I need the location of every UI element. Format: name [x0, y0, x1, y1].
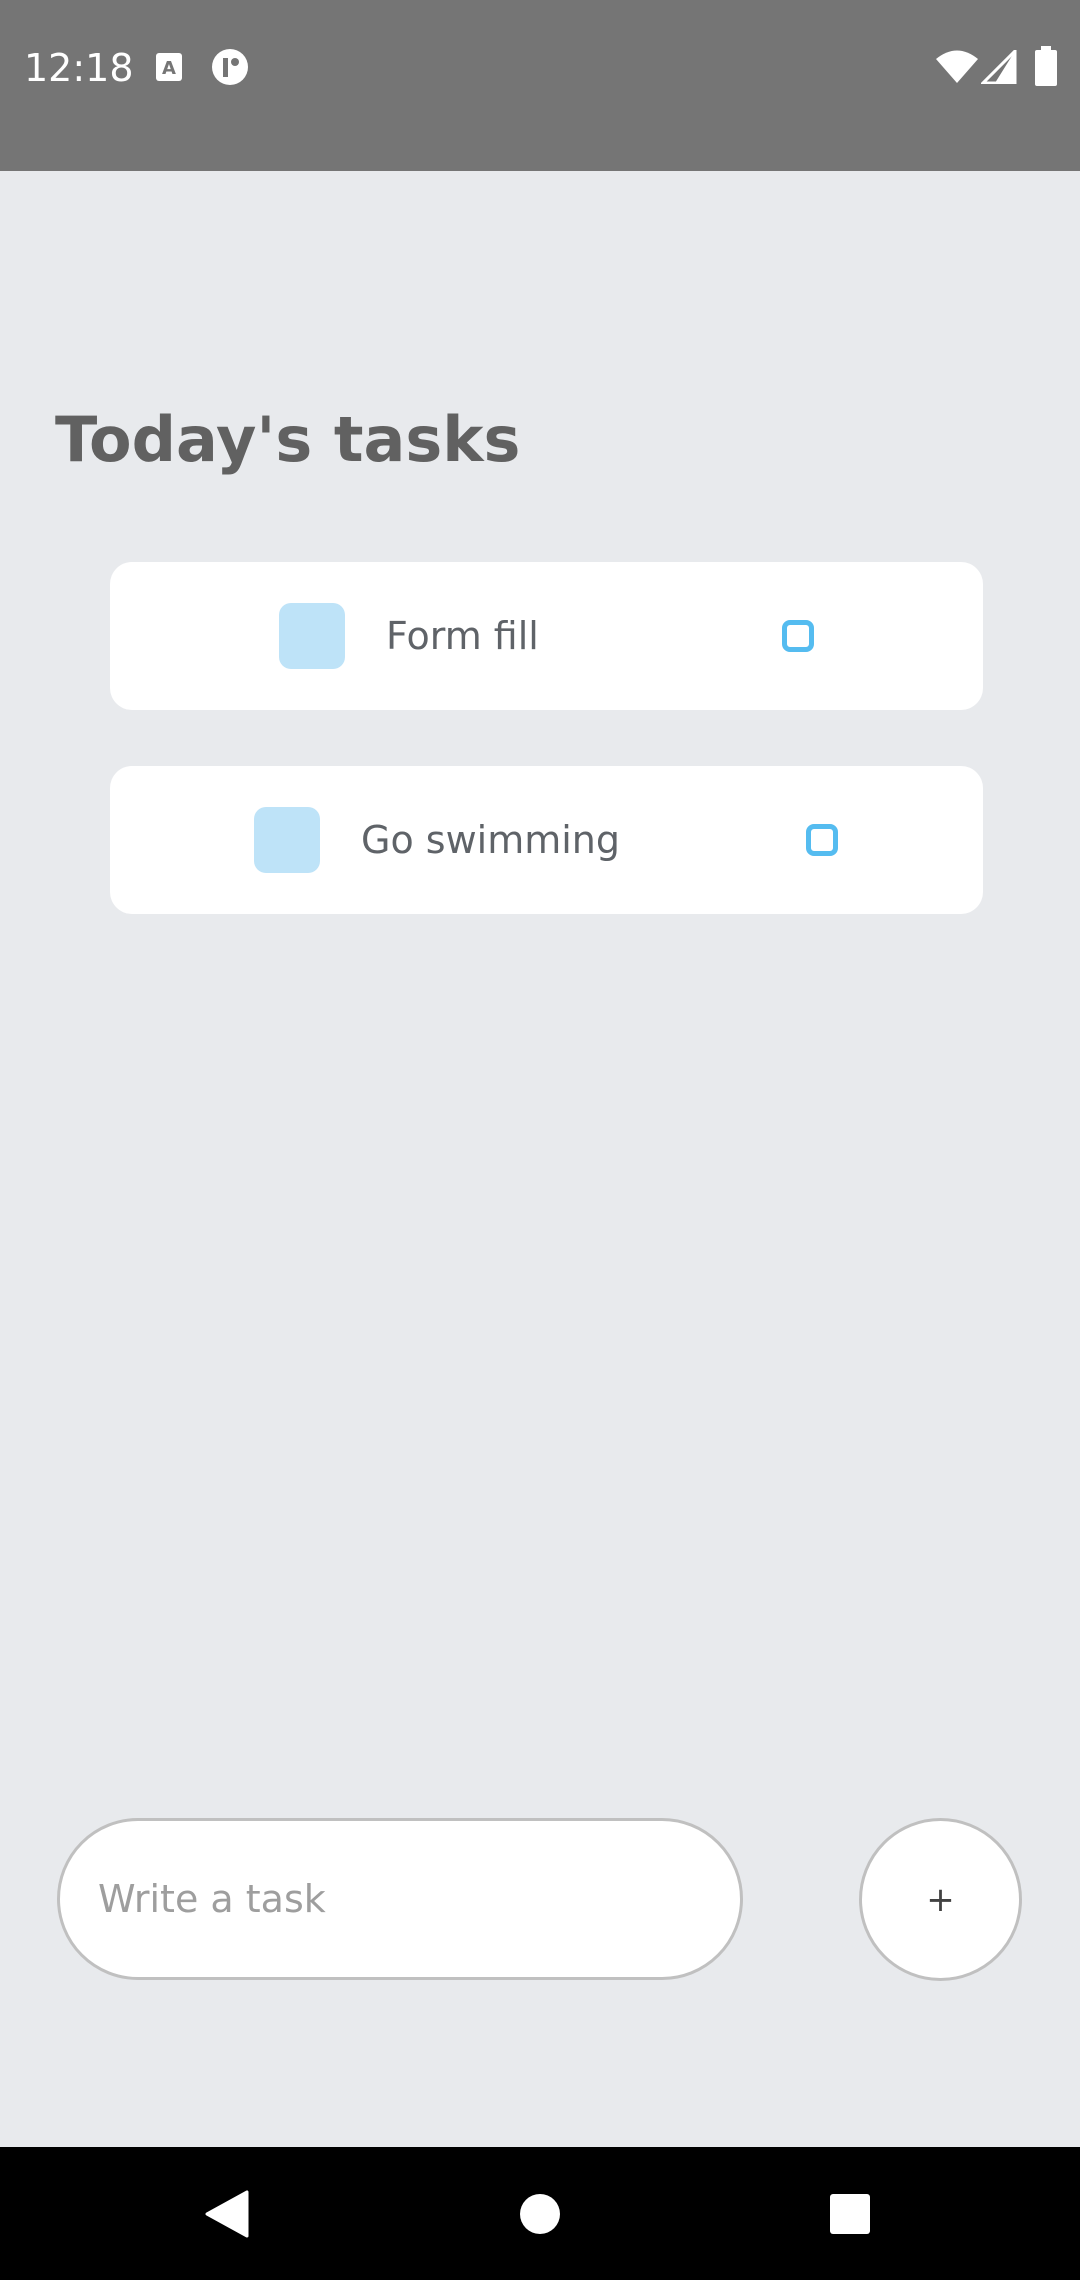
recents-button[interactable]	[770, 2147, 930, 2280]
wifi-icon	[936, 50, 978, 83]
status-bar: 12:18 A	[0, 0, 1080, 171]
add-task-button[interactable]: +	[859, 1818, 1022, 1981]
keyboard-a-icon: A	[156, 53, 182, 81]
back-button[interactable]	[147, 2147, 307, 2280]
task-item[interactable]: Form fill	[110, 562, 983, 710]
signal-icon	[981, 50, 1017, 84]
page-title: Today's tasks	[55, 403, 521, 476]
home-icon	[520, 2193, 560, 2234]
navigation-bar	[0, 2147, 1080, 2280]
task-label: Go swimming	[361, 818, 621, 862]
home-button[interactable]	[460, 2147, 620, 2280]
svg-text:A: A	[162, 58, 176, 79]
task-item[interactable]: Go swimming	[110, 766, 983, 914]
task-status-icon	[806, 824, 838, 856]
notification-badge-icon	[212, 49, 248, 85]
task-input[interactable]	[57, 1818, 743, 1980]
task-checkbox[interactable]	[254, 807, 320, 873]
task-label: Form fill	[386, 614, 539, 658]
recents-icon	[830, 2193, 870, 2234]
back-icon	[205, 2190, 249, 2237]
battery-icon	[1035, 46, 1057, 86]
status-time: 12:18	[24, 46, 134, 90]
task-status-icon	[782, 620, 814, 652]
task-checkbox[interactable]	[279, 603, 345, 669]
